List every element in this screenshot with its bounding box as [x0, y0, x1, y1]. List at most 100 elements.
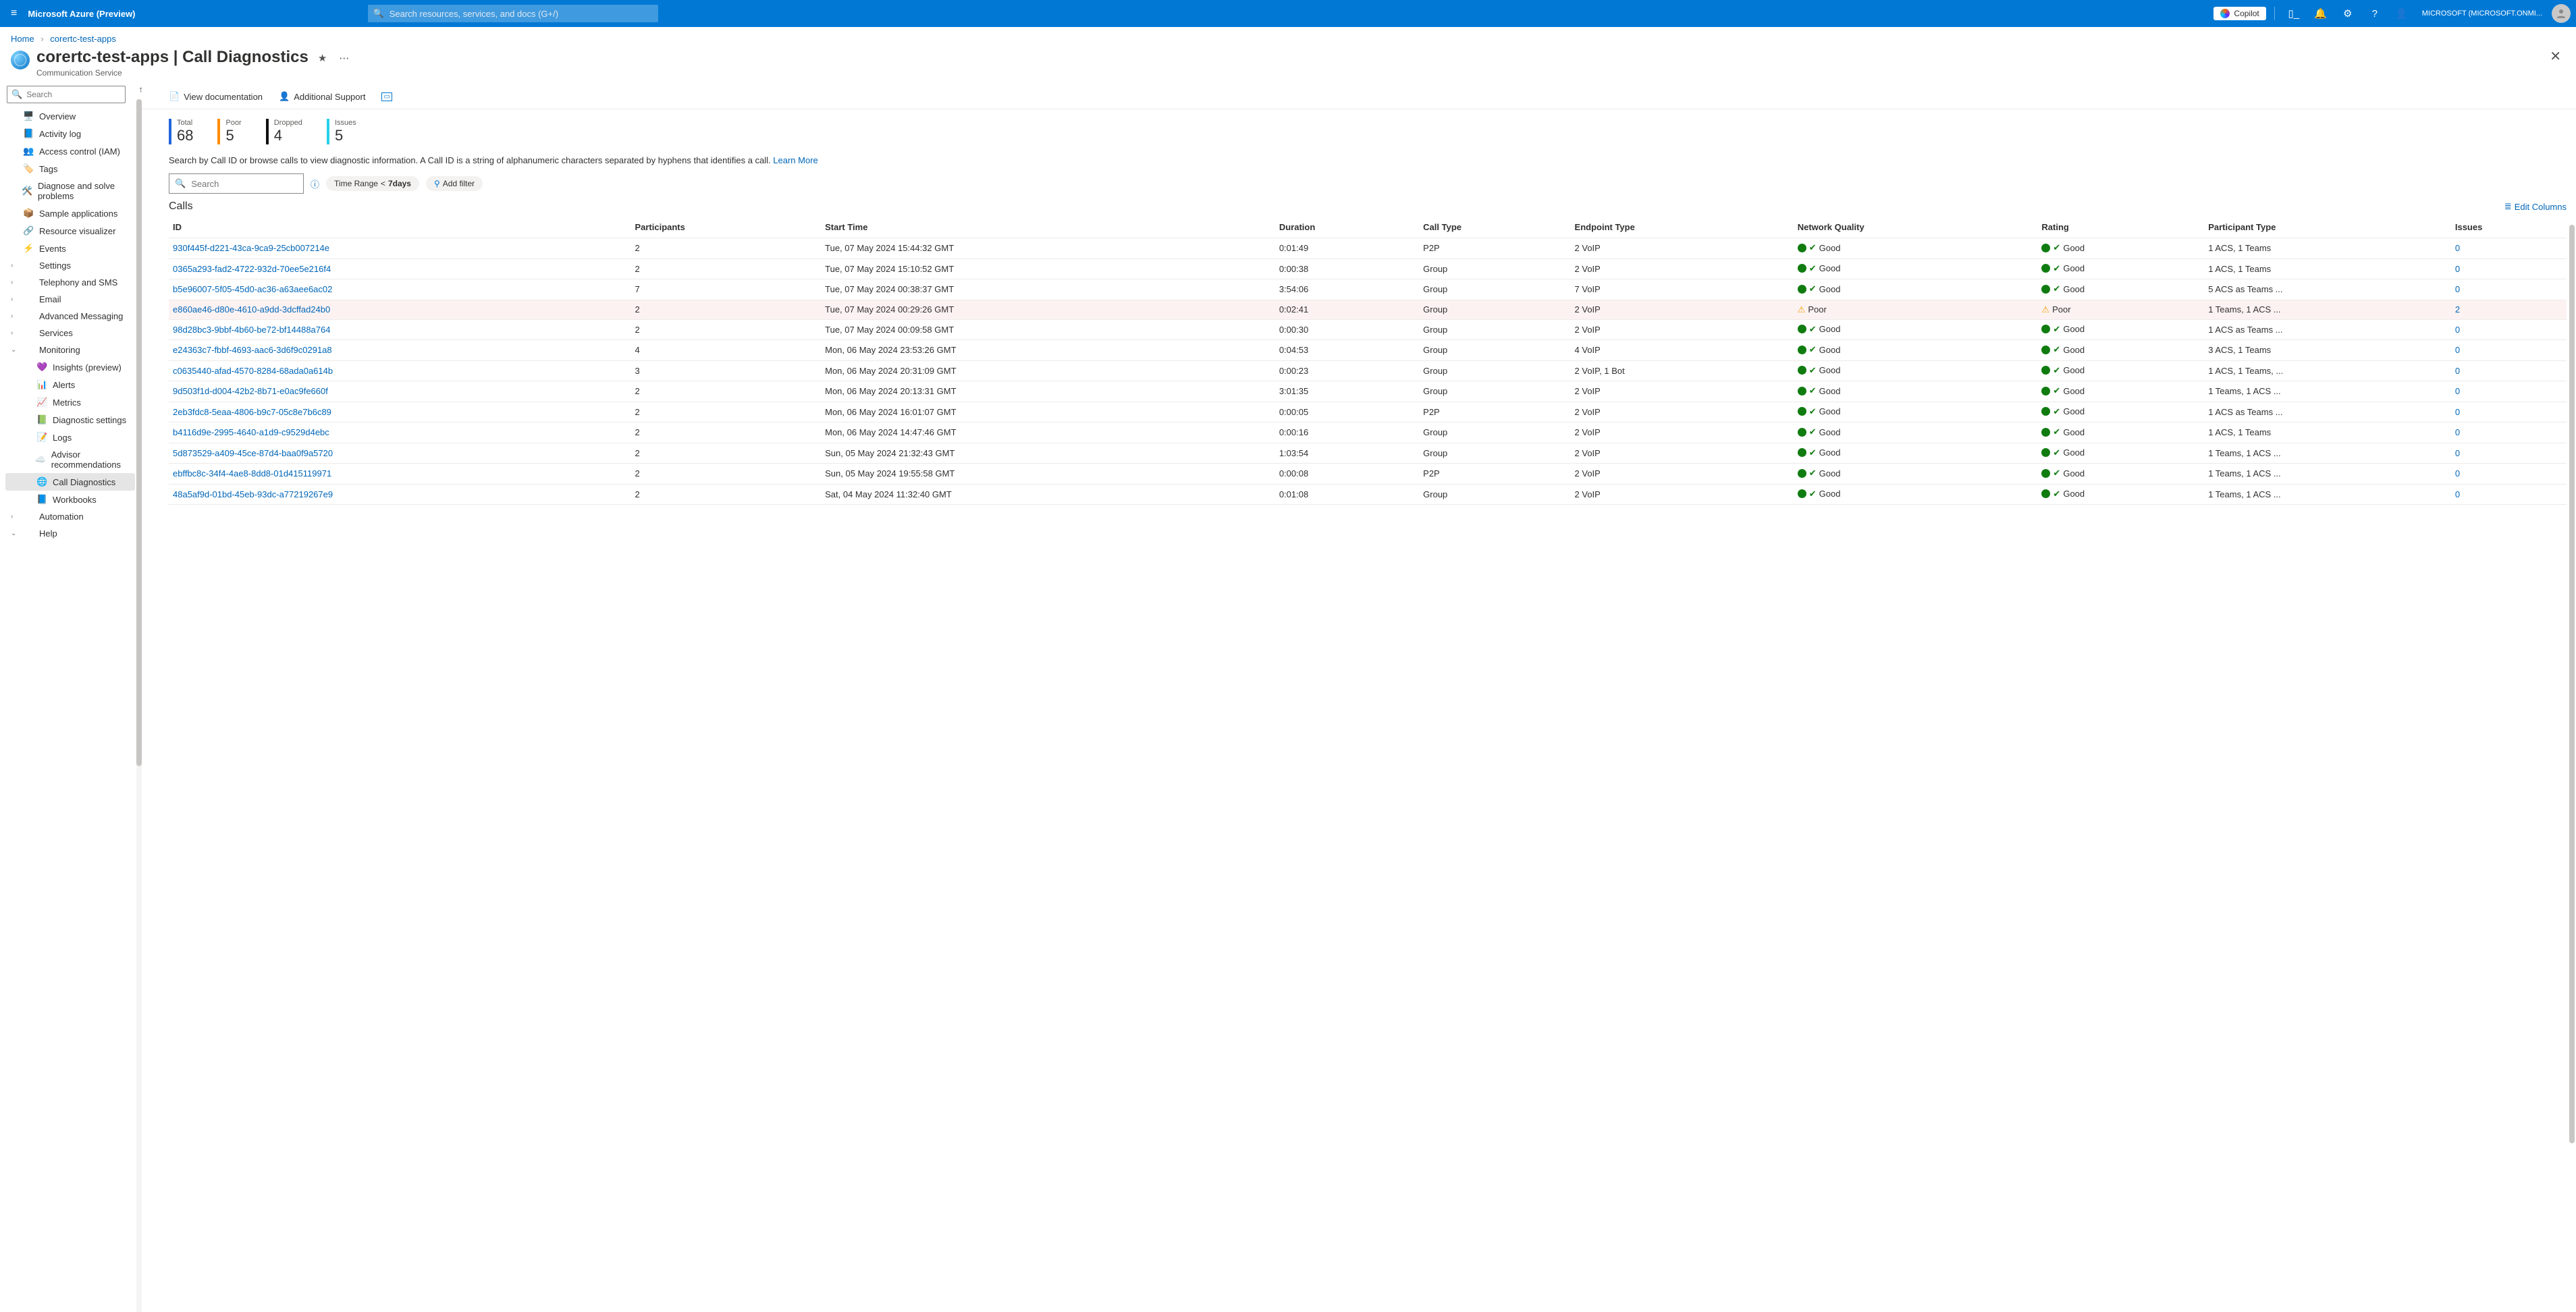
view-documentation-link[interactable]: 📄 View documentation	[169, 91, 263, 102]
col-issues[interactable]: Issues	[2451, 217, 2567, 238]
edit-columns-link[interactable]: ≣ Edit Columns	[2504, 201, 2567, 212]
col-rating[interactable]: Rating	[2037, 217, 2204, 238]
global-search-input[interactable]	[388, 8, 653, 20]
sidebar-item-help[interactable]: ⌄Help	[5, 525, 135, 542]
additional-support-link[interactable]: 👤 Additional Support	[279, 91, 365, 102]
table-row[interactable]: 98d28bc3-9bbf-4b60-be72-bf14488a7642Tue,…	[169, 319, 2567, 340]
issues-link[interactable]: 2	[2455, 304, 2460, 315]
time-range-pill[interactable]: Time Range < 7days	[326, 176, 419, 191]
call-id-link[interactable]: 5d873529-a409-45ce-87d4-baa0f9a5720	[173, 448, 333, 458]
cloud-shell-icon[interactable]: ▯_	[2283, 7, 2305, 20]
table-row[interactable]: b5e96007-5f05-45d0-ac36-a63aee6ac027Tue,…	[169, 279, 2567, 300]
sidebar-item-tags[interactable]: 🏷️Tags	[5, 160, 135, 177]
sidebar-search-input[interactable]	[25, 89, 121, 100]
sidebar-item-diagnostic-settings[interactable]: 📗Diagnostic settings	[5, 411, 135, 429]
sidebar-item-alerts[interactable]: 📊Alerts	[5, 376, 135, 393]
col-id[interactable]: ID	[169, 217, 630, 238]
stat-dropped[interactable]: Dropped 4	[266, 119, 302, 144]
sidebar-scrollbar[interactable]	[136, 99, 142, 1312]
sidebar-item-email[interactable]: ›Email	[5, 291, 135, 308]
sidebar-item-activity-log[interactable]: 📘Activity log	[5, 125, 135, 142]
sidebar-item-overview[interactable]: 🖥️Overview	[5, 107, 135, 125]
col-duration[interactable]: Duration	[1275, 217, 1419, 238]
table-row[interactable]: 9d503f1d-d004-42b2-8b71-e0ac9fe660f2Mon,…	[169, 381, 2567, 402]
avatar[interactable]	[2552, 4, 2571, 23]
issues-link[interactable]: 0	[2455, 386, 2460, 396]
sidebar-item-sample-applications[interactable]: 📦Sample applications	[5, 204, 135, 222]
sidebar-item-services[interactable]: ›Services	[5, 325, 135, 341]
table-row[interactable]: 48a5af9d-01bd-45eb-93dc-a77219267e92Sat,…	[169, 484, 2567, 505]
sidebar-item-workbooks[interactable]: 📘Workbooks	[5, 491, 135, 508]
more-icon[interactable]: ⋯	[339, 52, 349, 64]
call-id-link[interactable]: c0635440-afad-4570-8284-68ada0a614b	[173, 366, 333, 376]
col-participants[interactable]: Participants	[630, 217, 821, 238]
info-icon[interactable]: ⓘ	[311, 177, 319, 190]
sidebar-item-advisor-recommendations[interactable]: ☁️Advisor recommendations	[5, 446, 135, 473]
copilot-button[interactable]: Copilot	[2213, 7, 2265, 20]
learn-more-link[interactable]: Learn More	[773, 155, 817, 165]
sidebar-item-logs[interactable]: 📝Logs	[5, 429, 135, 446]
close-icon[interactable]: ✕	[2550, 48, 2561, 65]
call-id-link[interactable]: e860ae46-d80e-4610-a9dd-3dcffad24b0	[173, 304, 330, 315]
issues-link[interactable]: 0	[2455, 427, 2460, 437]
breadcrumb-home[interactable]: Home	[11, 34, 34, 44]
sidebar-item-diagnose-and-solve-problems[interactable]: 🛠️Diagnose and solve problems	[5, 177, 135, 204]
sidebar-search[interactable]: 🔍	[7, 86, 126, 103]
breadcrumb-resource[interactable]: corertc-test-apps	[50, 34, 116, 44]
add-filter-pill[interactable]: ⚲ Add filter	[426, 176, 483, 191]
stat-issues[interactable]: Issues 5	[327, 119, 356, 144]
sidebar-item-access-control-iam-[interactable]: 👥Access control (IAM)	[5, 142, 135, 160]
call-id-link[interactable]: e24363c7-fbbf-4693-aac6-3d6f9c0291a8	[173, 345, 332, 355]
stat-poor[interactable]: Poor 5	[217, 119, 241, 144]
hamburger-icon[interactable]: ≡	[5, 7, 22, 20]
call-id-link[interactable]: b4116d9e-2995-4640-a1d9-c9529d4ebc	[173, 427, 329, 437]
issues-link[interactable]: 0	[2455, 489, 2460, 499]
sidebar-item-monitoring[interactable]: ⌄Monitoring	[5, 341, 135, 358]
call-id-link[interactable]: b5e96007-5f05-45d0-ac36-a63aee6ac02	[173, 284, 332, 294]
table-row[interactable]: b4116d9e-2995-4640-a1d9-c9529d4ebc2Mon, …	[169, 422, 2567, 443]
sidebar-item-telephony-and-sms[interactable]: ›Telephony and SMS	[5, 274, 135, 291]
toolbar-extra-icon[interactable]: ▭	[381, 92, 392, 101]
issues-link[interactable]: 0	[2455, 243, 2460, 253]
sidebar-item-resource-visualizer[interactable]: 🔗Resource visualizer	[5, 222, 135, 240]
table-row[interactable]: c0635440-afad-4570-8284-68ada0a614b3Mon,…	[169, 360, 2567, 381]
col-participant-type[interactable]: Participant Type	[2204, 217, 2451, 238]
sidebar-item-insights-preview-[interactable]: 💜Insights (preview)	[5, 358, 135, 376]
account-label[interactable]: MICROSOFT (MICROSOFT.ONMI...	[2422, 9, 2542, 18]
issues-link[interactable]: 0	[2455, 407, 2460, 417]
call-search[interactable]: 🔍	[169, 173, 304, 194]
main-scrollbar[interactable]	[2569, 225, 2575, 1305]
table-row[interactable]: e24363c7-fbbf-4693-aac6-3d6f9c0291a84Mon…	[169, 340, 2567, 361]
table-row[interactable]: ebffbc8c-34f4-4ae8-8dd8-01d4151199712Sun…	[169, 464, 2567, 485]
scrollbar-thumb[interactable]	[2569, 225, 2575, 1143]
scrollbar-thumb[interactable]	[136, 99, 142, 766]
favorite-star-icon[interactable]: ★	[318, 52, 327, 64]
call-id-link[interactable]: 0365a293-fad2-4722-932d-70ee5e216f4	[173, 264, 331, 274]
issues-link[interactable]: 0	[2455, 468, 2460, 479]
call-id-link[interactable]: 98d28bc3-9bbf-4b60-be72-bf14488a764	[173, 325, 330, 335]
issues-link[interactable]: 0	[2455, 325, 2460, 335]
table-row[interactable]: 0365a293-fad2-4722-932d-70ee5e216f42Tue,…	[169, 258, 2567, 279]
call-id-link[interactable]: 9d503f1d-d004-42b2-8b71-e0ac9fe660f	[173, 386, 328, 396]
col-network-quality[interactable]: Network Quality	[1794, 217, 2038, 238]
sidebar-item-settings[interactable]: ›Settings	[5, 257, 135, 274]
call-id-link[interactable]: ebffbc8c-34f4-4ae8-8dd8-01d415119971	[173, 468, 331, 479]
stat-total[interactable]: Total 68	[169, 119, 193, 144]
call-id-link[interactable]: 48a5af9d-01bd-45eb-93dc-a77219267e9	[173, 489, 333, 499]
feedback-icon[interactable]: 👤	[2391, 7, 2413, 20]
col-endpoint-type[interactable]: Endpoint Type	[1571, 217, 1794, 238]
issues-link[interactable]: 0	[2455, 366, 2460, 376]
help-icon[interactable]: ?	[2364, 8, 2386, 20]
sidebar-item-call-diagnostics[interactable]: 🌐Call Diagnostics	[5, 473, 135, 491]
sidebar-item-automation[interactable]: ›Automation	[5, 508, 135, 525]
sidebar-item-events[interactable]: ⚡Events	[5, 240, 135, 257]
settings-gear-icon[interactable]: ⚙	[2337, 7, 2359, 20]
table-row[interactable]: 5d873529-a409-45ce-87d4-baa0f9a57202Sun,…	[169, 443, 2567, 464]
table-row[interactable]: 2eb3fdc8-5eaa-4806-b9c7-05c8e7b6c892Mon,…	[169, 402, 2567, 422]
col-start-time[interactable]: Start Time	[821, 217, 1275, 238]
notifications-icon[interactable]: 🔔	[2310, 7, 2332, 20]
global-search[interactable]: 🔍	[368, 5, 658, 22]
call-search-input[interactable]	[190, 178, 298, 190]
table-row[interactable]: e860ae46-d80e-4610-a9dd-3dcffad24b02Tue,…	[169, 300, 2567, 319]
call-id-link[interactable]: 930f445f-d221-43ca-9ca9-25cb007214e	[173, 243, 329, 253]
